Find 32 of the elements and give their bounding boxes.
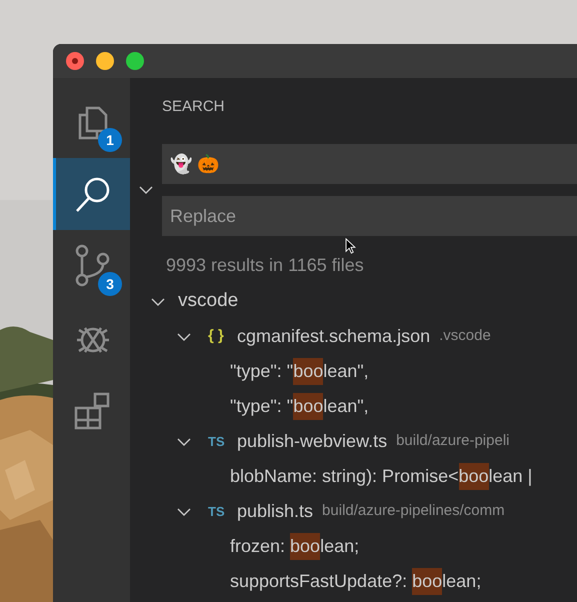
file-path: build/azure-pipelines/comm xyxy=(322,501,505,522)
file-path: build/azure-pipeli xyxy=(396,431,510,452)
activity-bar-item[interactable] xyxy=(53,158,130,230)
file-path: .vscode xyxy=(439,326,491,346)
panel-title: SEARCH xyxy=(161,96,226,117)
match-line[interactable]: supportsFastUpdate?: boolean; xyxy=(130,564,577,599)
count-badge: 3 xyxy=(98,272,122,296)
close-button[interactable] xyxy=(66,52,84,70)
json-file-icon: { } xyxy=(208,325,230,348)
minimize-button[interactable] xyxy=(96,52,114,70)
match-line[interactable]: "type": "boolean", xyxy=(130,389,577,424)
results-summary: 9993 results in 1165 files xyxy=(166,254,364,276)
search-field[interactable]: 👻 🎃 xyxy=(162,144,577,184)
mouse-cursor-icon xyxy=(345,238,356,254)
match-line[interactable]: blobName: string): Promise<boolean | xyxy=(130,459,577,494)
folder-name: vscode xyxy=(178,289,238,314)
file-name: cgmanifest.schema.json xyxy=(237,325,430,348)
match-line[interactable]: "type": "boolean", xyxy=(130,354,577,389)
zoom-button[interactable] xyxy=(126,52,144,70)
tree-row[interactable]: { } cgmanifest.schema.json .vscode xyxy=(130,319,577,354)
match-line[interactable]: frozen: boolean; xyxy=(130,529,577,564)
replace-field[interactable]: Replace xyxy=(162,196,577,236)
tree-row[interactable]: TS publish.ts build/azure-pipelines/comm xyxy=(130,494,577,529)
typescript-file-icon: TS xyxy=(208,432,230,452)
tree-row[interactable]: TS publish-webview.ts build/azure-pipeli xyxy=(130,424,577,459)
activity-bar-item[interactable]: 3 xyxy=(53,230,130,302)
tree-row[interactable]: vscode xyxy=(130,284,577,319)
file-name: publish.ts xyxy=(237,500,314,523)
typescript-file-icon: TS xyxy=(208,502,230,522)
activity-bar-item[interactable]: 1 xyxy=(53,86,130,158)
count-badge: 1 xyxy=(98,128,122,152)
file-name: publish-webview.ts xyxy=(237,430,388,453)
